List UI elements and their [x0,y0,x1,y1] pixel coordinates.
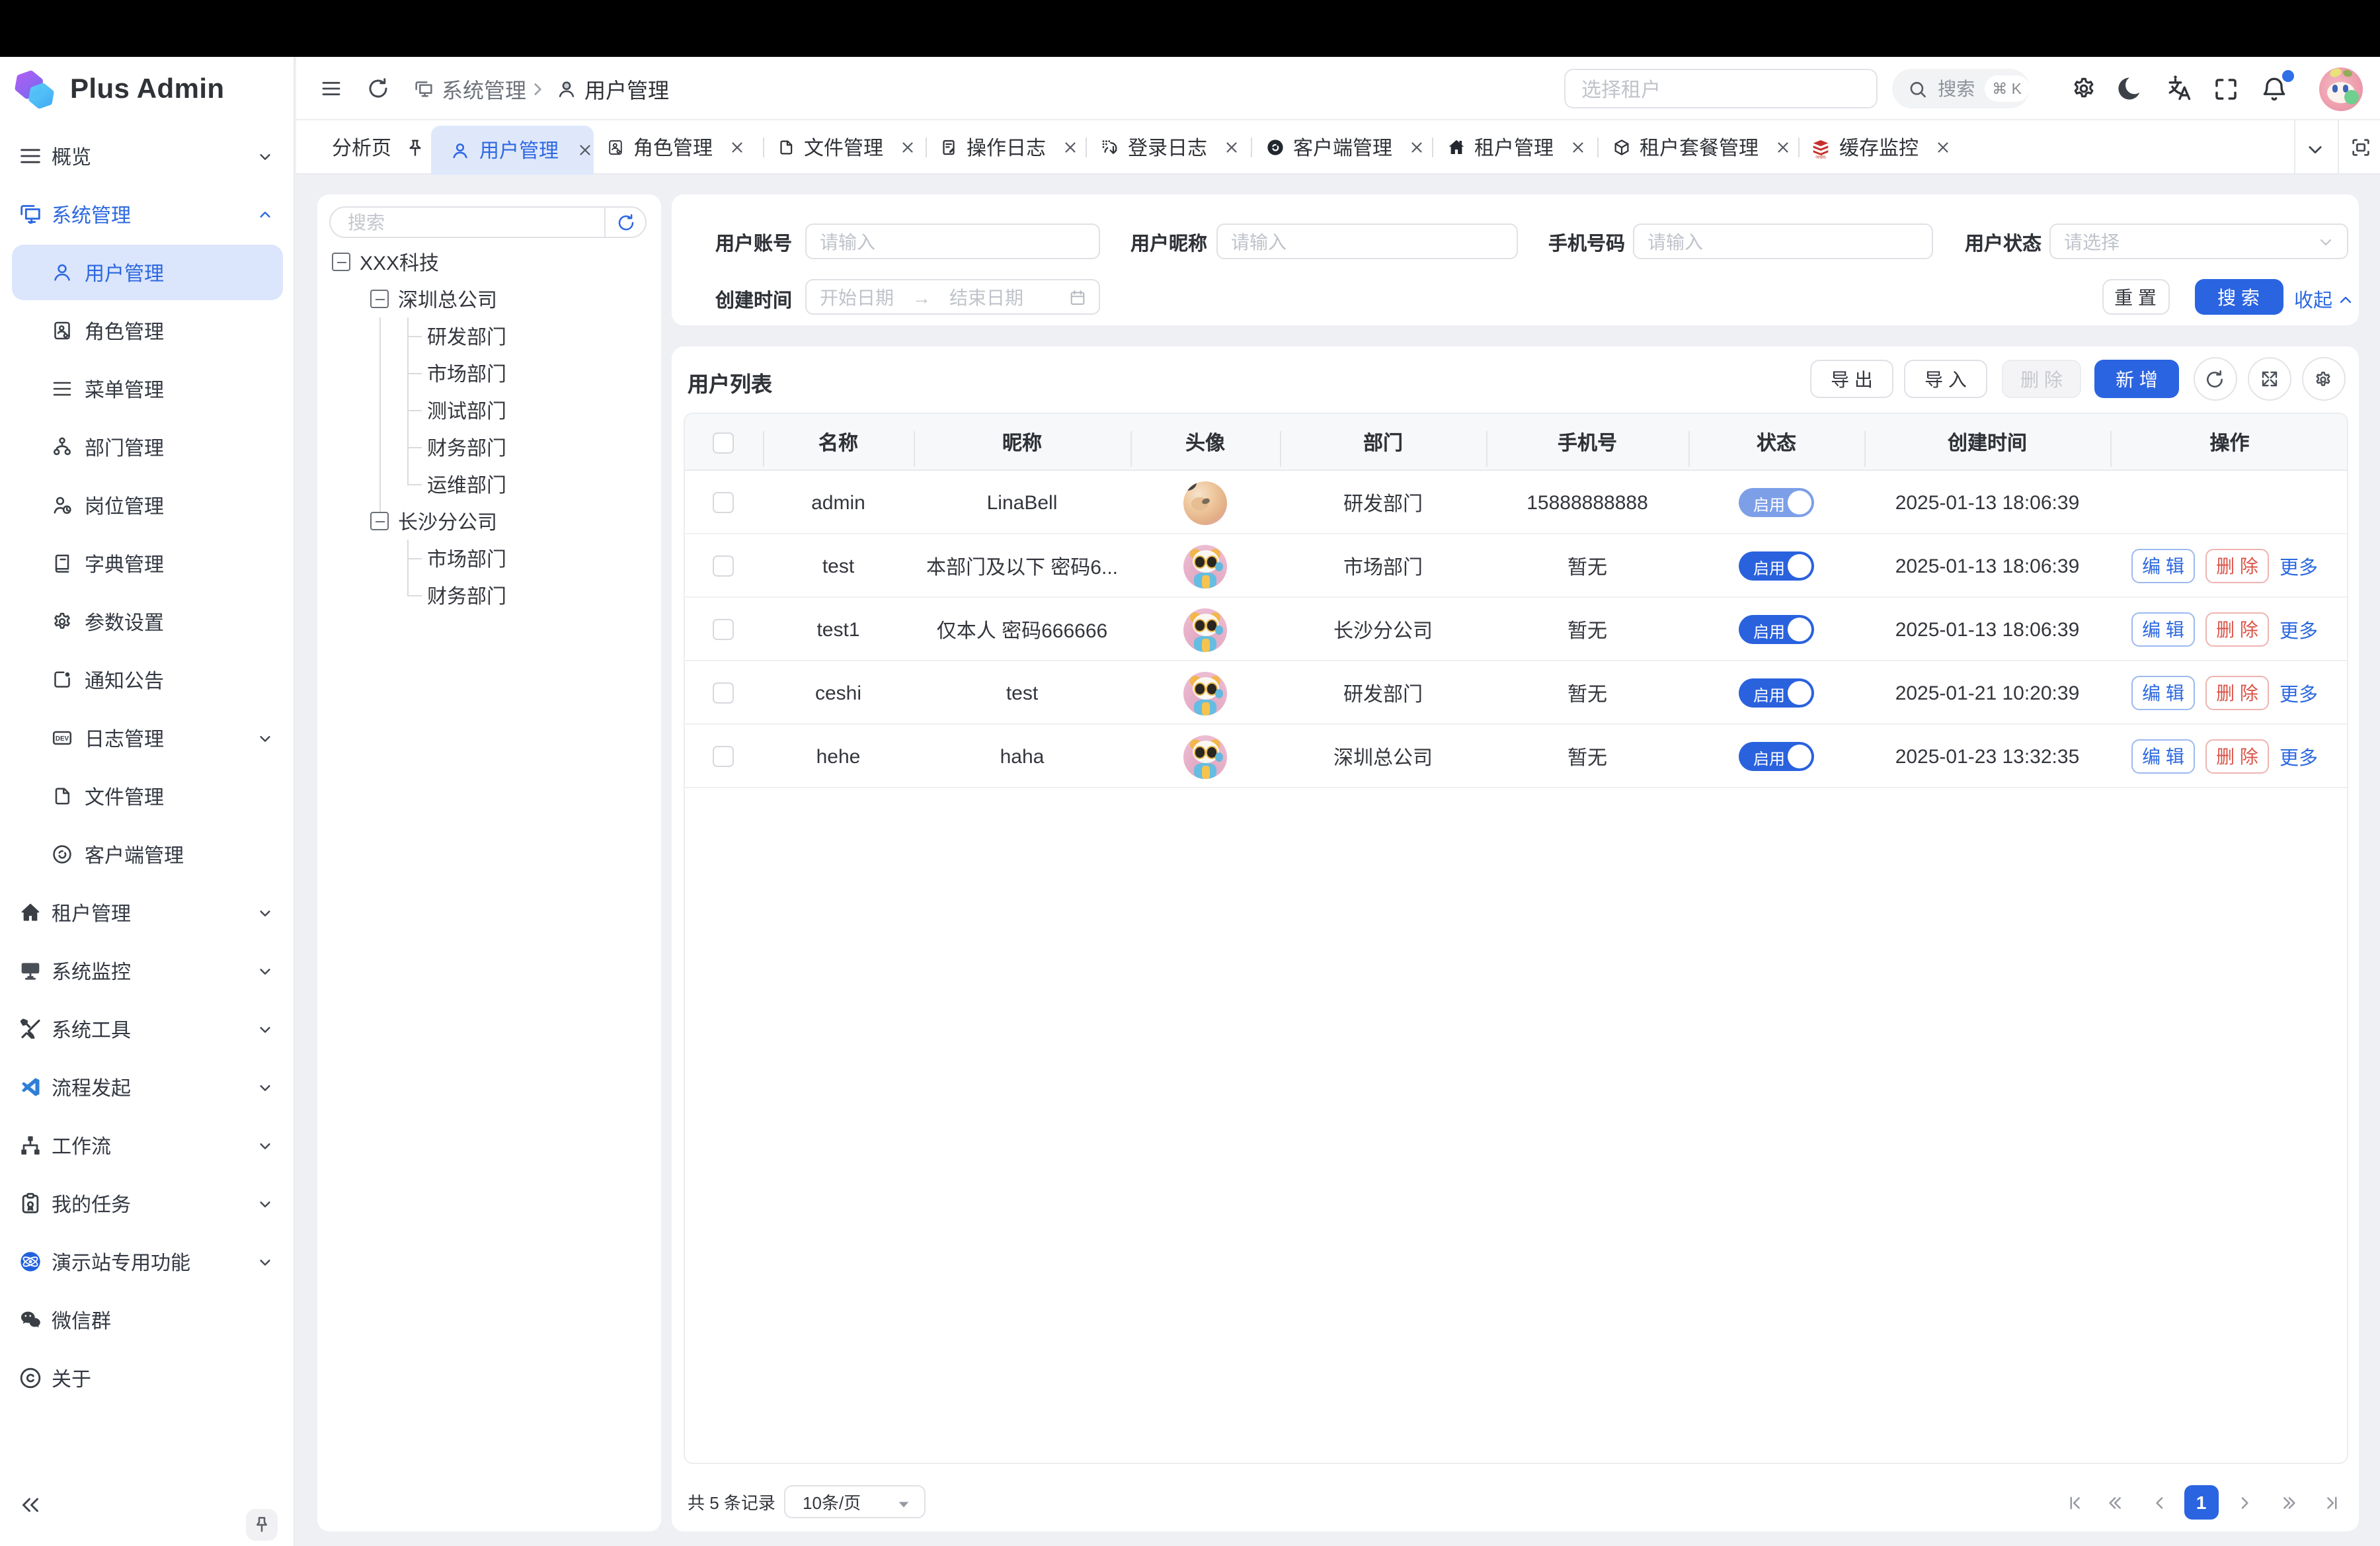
svg-text:DEV: DEV [55,735,69,743]
svg-text:redis: redis [1815,153,1826,158]
